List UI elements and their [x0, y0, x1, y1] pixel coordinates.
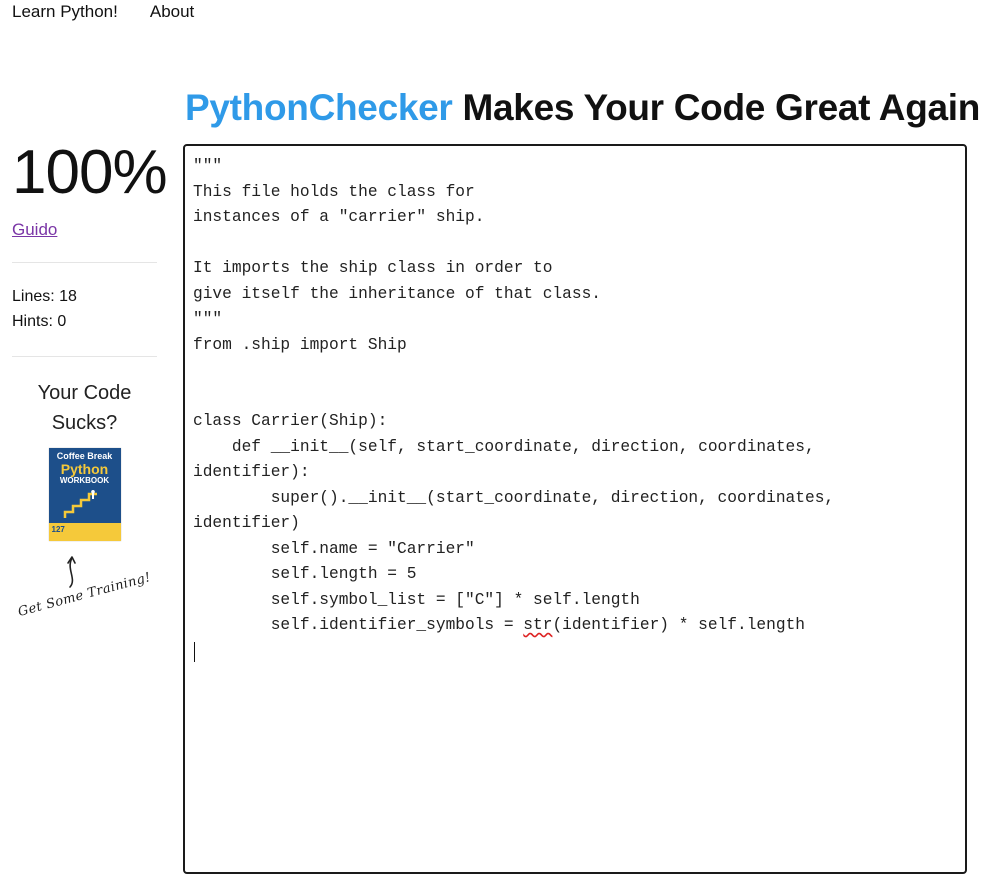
- code-line: self.length = 5: [193, 565, 417, 583]
- training-callout: Get Some Training!: [16, 570, 153, 620]
- code-line: self.identifier_symbols = str(identifier…: [193, 616, 805, 634]
- lines-count: Lines: 18: [12, 288, 77, 305]
- code-line: instances of a "carrier" ship.: [193, 208, 485, 226]
- text-cursor: [194, 642, 195, 662]
- book-cover-image[interactable]: Coffee Break Python WORKBOOK 127: [48, 448, 121, 541]
- sidebar: 100% Guido Lines: 18 Hints: 0 Your Code …: [12, 138, 168, 620]
- code-segment: (identifier) * self.length: [552, 616, 806, 634]
- code-editor[interactable]: """ This file holds the class for instan…: [183, 144, 967, 874]
- code-line: class Carrier(Ship):: [193, 412, 388, 430]
- page-tagline: Makes Your Code Great Again: [452, 87, 981, 128]
- code-line: It imports the ship class in order to: [193, 259, 553, 277]
- code-line: self.name = "Carrier": [193, 539, 475, 558]
- code-line: super().__init__(start_coordinate, direc…: [193, 488, 835, 507]
- divider: [12, 356, 157, 357]
- score-value: 100%: [12, 138, 168, 207]
- code-line: self.symbol_list = ["C"] * self.length: [193, 590, 640, 609]
- page-title: PythonChecker Makes Your Code Great Agai…: [185, 84, 980, 132]
- code-line: from .ship import Ship: [193, 335, 407, 354]
- nav-about-link[interactable]: About: [150, 0, 194, 24]
- code-content[interactable]: """ This file holds the class for instan…: [193, 154, 834, 639]
- spellcheck-flagged-word: str: [523, 616, 553, 634]
- code-line: This file holds the class for: [193, 182, 475, 201]
- divider: [12, 262, 157, 263]
- top-nav: Learn Python! About: [12, 0, 194, 24]
- book-title-line1: Coffee Break: [56, 451, 113, 461]
- book-band: 127: [48, 523, 121, 541]
- code-line: """: [193, 310, 223, 328]
- stairs-illustration: [63, 490, 97, 518]
- code-line: """: [193, 157, 223, 175]
- code-line: identifier):: [193, 463, 310, 481]
- book-badge: 127: [51, 525, 65, 534]
- book-title-line3: WORKBOOK: [59, 476, 110, 485]
- nav-learn-python-link[interactable]: Learn Python!: [12, 0, 118, 24]
- arrow-up-icon: [67, 556, 76, 588]
- user-link[interactable]: Guido: [12, 220, 57, 240]
- code-line: give itself the inheritance of that clas…: [193, 284, 601, 303]
- code-line: identifier): [193, 514, 300, 532]
- code-line: def __init__(self, start_coordinate, dir…: [193, 437, 815, 456]
- promo-title: Your Code Sucks?: [37, 382, 132, 434]
- brand-name: PythonChecker: [185, 87, 453, 128]
- book-title-line2: Python: [60, 461, 109, 477]
- hints-count: Hints: 0: [12, 313, 67, 330]
- code-segment: self.identifier_symbols =: [193, 616, 524, 634]
